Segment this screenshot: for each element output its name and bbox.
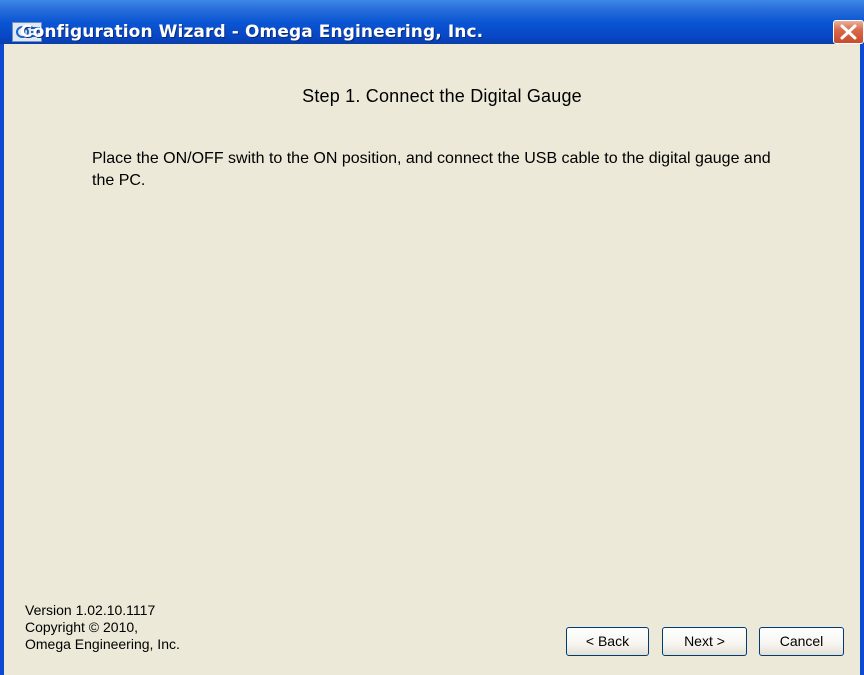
window-border-left (0, 44, 4, 675)
version-label: Version 1.02.10.1117 (25, 602, 156, 618)
close-icon (840, 24, 857, 40)
copyright-label: Copyright © 2010, (25, 619, 139, 635)
back-button[interactable]: < Back (566, 627, 649, 656)
version-info: Version 1.02.10.1117 Copyright © 2010, O… (25, 602, 180, 653)
step-title: Step 1. Connect the Digital Gauge (302, 86, 582, 106)
window-title: Configuration Wizard - Omega Engineering… (20, 22, 484, 42)
title-bar[interactable]: Configuration Wizard - Omega Engineering… (0, 0, 864, 44)
instructions-text: Place the ON/OFF swith to the ON positio… (92, 150, 771, 189)
close-button[interactable] (833, 20, 864, 44)
window-border-right (860, 44, 864, 675)
next-button[interactable]: Next > (662, 627, 747, 656)
wizard-window: Configuration Wizard - Omega Engineering… (0, 0, 864, 675)
cancel-button[interactable]: Cancel (759, 627, 844, 656)
company-label: Omega Engineering, Inc. (25, 636, 180, 652)
